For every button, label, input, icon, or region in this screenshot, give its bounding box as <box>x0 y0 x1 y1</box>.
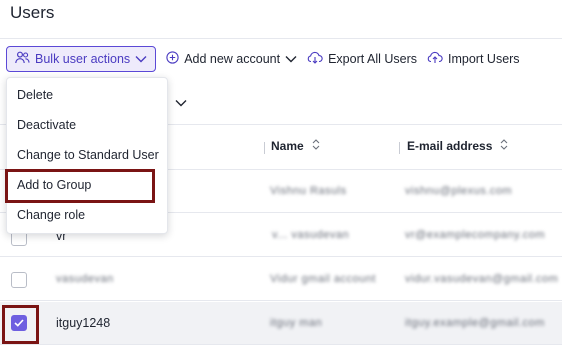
sort-icon <box>312 139 320 153</box>
add-to-group-highlight-box <box>5 169 155 203</box>
chevron-down-icon <box>135 52 147 66</box>
table-row-selected[interactable]: itguy1248 itguy man itguy.example@gmail.… <box>0 302 562 345</box>
cloud-download-icon <box>307 51 323 67</box>
row-username: itguy1248 <box>56 316 111 330</box>
users-icon <box>15 51 30 67</box>
column-divider <box>399 142 400 154</box>
page-title: Users <box>10 3 55 22</box>
row-name: v... vasudevan <box>272 229 350 241</box>
checkbox-highlight-box <box>2 305 39 344</box>
import-users-label: Import Users <box>448 52 520 66</box>
menu-item-change-role[interactable]: Change role <box>7 200 167 230</box>
plus-circle-icon <box>166 51 179 67</box>
table-row[interactable]: vasudevan Vidur gmail account vidur.vasu… <box>0 258 562 301</box>
column-divider <box>264 142 265 154</box>
add-new-account-label: Add new account <box>184 52 281 66</box>
chevron-down-icon <box>285 52 297 66</box>
row-email: vishnu@plexus.com <box>405 185 513 197</box>
row-checkbox[interactable] <box>11 272 27 288</box>
row-email: vr@examplecompany.com <box>405 229 546 241</box>
bulk-user-actions-button[interactable]: Bulk user actions <box>6 46 157 72</box>
column-header-name[interactable]: Name <box>271 139 320 153</box>
row-email: itguy.example@gmail.com <box>405 317 545 329</box>
cloud-upload-icon <box>427 51 443 67</box>
export-all-users-label: Export All Users <box>328 52 418 66</box>
column-email-label: E-mail address <box>407 139 493 153</box>
menu-item-delete[interactable]: Delete <box>7 80 167 110</box>
menu-item-deactivate[interactable]: Deactivate <box>7 110 167 140</box>
toolbar: Bulk user actions Add new account Export… <box>6 46 520 72</box>
filter-chevron-down-icon[interactable] <box>175 96 187 110</box>
row-username: vasudevan <box>56 273 114 285</box>
sort-icon <box>500 139 508 153</box>
bulk-actions-menu: Delete Deactivate Change to Standard Use… <box>6 77 168 234</box>
row-name: Vidur gmail account <box>270 273 376 285</box>
add-new-account-button[interactable]: Add new account <box>166 51 297 67</box>
menu-item-change-to-standard-user[interactable]: Change to Standard User <box>7 140 167 170</box>
bulk-user-actions-label: Bulk user actions <box>35 52 131 66</box>
column-name-label: Name <box>271 139 304 153</box>
title-divider <box>0 38 562 39</box>
export-all-users-button[interactable]: Export All Users <box>307 51 417 67</box>
row-name: itguy man <box>270 317 323 329</box>
import-users-button[interactable]: Import Users <box>427 51 520 67</box>
row-name: Vishnu Rasuls <box>270 185 347 197</box>
row-email: vidur.vasudevan@gmail.com <box>405 273 559 285</box>
column-header-email[interactable]: E-mail address <box>407 139 508 153</box>
